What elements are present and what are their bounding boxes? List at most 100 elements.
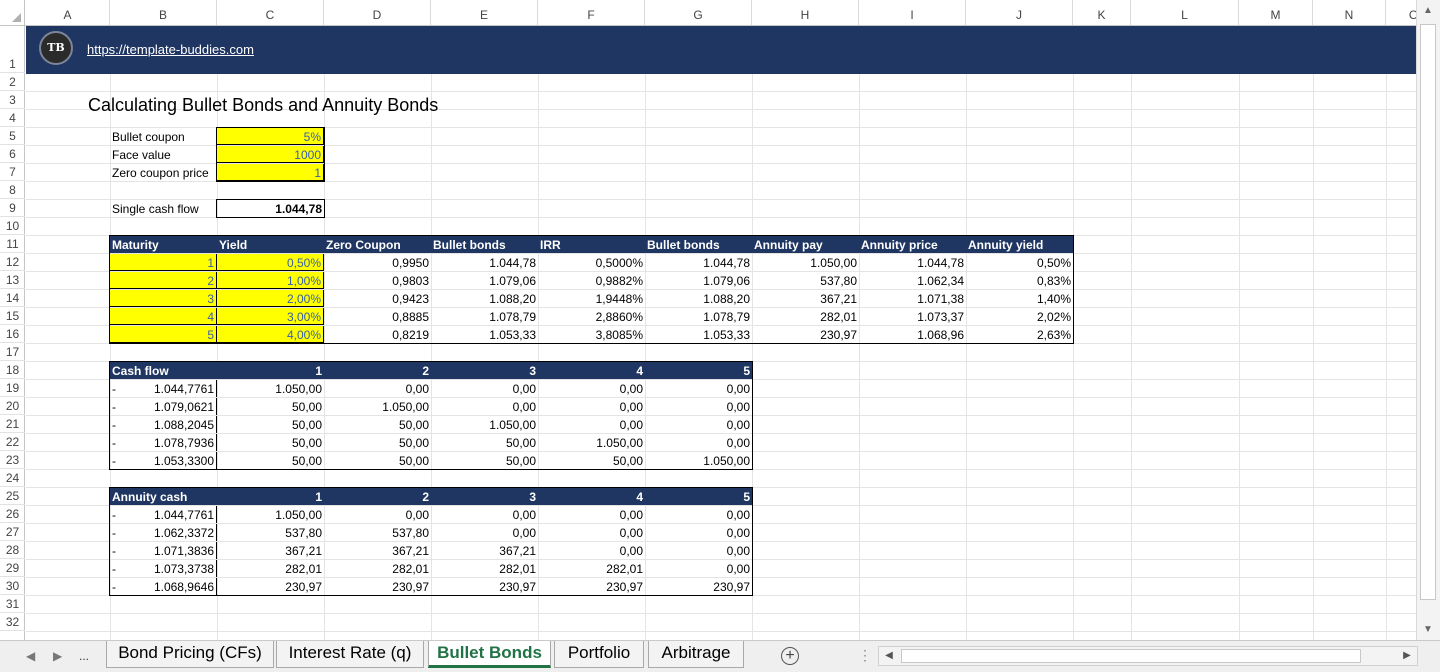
row-header[interactable]: 2: [0, 73, 25, 91]
main-table-header[interactable]: Annuity yield: [966, 236, 1073, 253]
cash-flow-table-cell[interactable]: 0,00: [324, 380, 431, 397]
column-header[interactable]: H: [752, 0, 859, 25]
scroll-down-icon[interactable]: ▼: [1420, 622, 1436, 638]
column-header[interactable]: F: [538, 0, 645, 25]
main-table-cell[interactable]: 1.068,96: [859, 326, 966, 343]
column-header[interactable]: L: [1131, 0, 1239, 25]
annuity-table-cell[interactable]: 230,97: [645, 578, 752, 595]
annuity-table-cell[interactable]: 367,21: [217, 542, 324, 559]
cash-flow-table-cell[interactable]: 50,00: [324, 416, 431, 433]
tab-split-handle-icon[interactable]: ⋮: [858, 647, 872, 664]
main-table-cell[interactable]: 0,83%: [966, 272, 1073, 289]
annuity-table-cell[interactable]: 0,00: [431, 524, 538, 541]
row-header[interactable]: 11: [0, 235, 25, 253]
row-header[interactable]: 31: [0, 595, 25, 613]
cash-flow-table-header[interactable]: 4: [538, 362, 645, 379]
row-header[interactable]: 9: [0, 199, 25, 217]
main-table-header[interactable]: Bullet bonds: [645, 236, 752, 253]
column-header[interactable]: I: [859, 0, 966, 25]
row-header[interactable]: 20: [0, 397, 25, 415]
input-value[interactable]: 5%: [217, 128, 324, 145]
annuity-table-cell[interactable]: 0,00: [645, 524, 752, 541]
row-header[interactable]: 17: [0, 343, 25, 361]
cash-flow-table-label[interactable]: 1.053,3300: [110, 452, 217, 469]
annuity-table-cell[interactable]: 230,97: [431, 578, 538, 595]
cash-flow-table-cell[interactable]: 0,00: [431, 398, 538, 415]
column-header[interactable]: N: [1313, 0, 1386, 25]
main-table-cell[interactable]: 1.078,79: [431, 308, 538, 325]
add-sheet-icon[interactable]: +: [781, 647, 799, 665]
annuity-table-label[interactable]: 1.044,7761: [110, 506, 217, 523]
cash-flow-table-cell[interactable]: 0,00: [645, 398, 752, 415]
main-table-cell[interactable]: 537,80: [752, 272, 859, 289]
main-table-header[interactable]: Zero Coupon: [324, 236, 431, 253]
main-table-cell[interactable]: 0,9803: [324, 272, 431, 289]
cash-flow-table-label[interactable]: 1.079,0621: [110, 398, 217, 415]
column-header[interactable]: G: [645, 0, 752, 25]
row-header[interactable]: 25: [0, 487, 25, 505]
main-table-header[interactable]: Maturity: [110, 236, 217, 253]
cash-flow-table-cell[interactable]: 1.050,00: [431, 416, 538, 433]
cash-flow-table-label[interactable]: 1.078,7936: [110, 434, 217, 451]
column-header[interactable]: K: [1073, 0, 1131, 25]
row-header[interactable]: 3: [0, 91, 25, 109]
main-table-cell[interactable]: 1.050,00: [752, 254, 859, 271]
annuity-table-cell[interactable]: 537,80: [324, 524, 431, 541]
sheet-tab[interactable]: Arbitrage: [648, 641, 744, 668]
main-table-cell[interactable]: 1.088,20: [431, 290, 538, 307]
main-table-cell[interactable]: 5: [110, 326, 217, 343]
cash-flow-table-cell[interactable]: 50,00: [217, 416, 324, 433]
cash-flow-table-header[interactable]: 1: [217, 362, 324, 379]
row-header[interactable]: 15: [0, 307, 25, 325]
cash-flow-table-label[interactable]: 1.044,7761: [110, 380, 217, 397]
input-label[interactable]: Bullet coupon: [110, 128, 217, 145]
row-header[interactable]: 16: [0, 325, 25, 343]
annuity-table-cell[interactable]: 0,00: [538, 506, 645, 523]
main-table-cell[interactable]: 0,50%: [217, 254, 324, 271]
input-value[interactable]: 1000: [217, 146, 324, 163]
column-header[interactable]: D: [324, 0, 431, 25]
main-table-cell[interactable]: 0,8219: [324, 326, 431, 343]
main-table-cell[interactable]: 1.079,06: [645, 272, 752, 289]
main-table-cell[interactable]: 2,63%: [966, 326, 1073, 343]
annuity-table-cell[interactable]: 0,00: [538, 542, 645, 559]
cash-flow-table-header[interactable]: Cash flow: [110, 362, 217, 379]
main-table-cell[interactable]: 1,00%: [217, 272, 324, 289]
sheet-tab[interactable]: Interest Rate (q): [276, 641, 424, 668]
main-table-cell[interactable]: 1,9448%: [538, 290, 645, 307]
annuity-table-cell[interactable]: 230,97: [217, 578, 324, 595]
annuity-table-header[interactable]: 5: [645, 488, 752, 505]
row-header[interactable]: 12: [0, 253, 25, 271]
main-table-cell[interactable]: 1.053,33: [431, 326, 538, 343]
cash-flow-table-cell[interactable]: 0,00: [538, 380, 645, 397]
scroll-left-icon[interactable]: ◀: [882, 649, 896, 663]
annuity-table-cell[interactable]: 0,00: [431, 506, 538, 523]
row-header[interactable]: 19: [0, 379, 25, 397]
row-header[interactable]: 28: [0, 541, 25, 559]
row-header[interactable]: 21: [0, 415, 25, 433]
annuity-table-label[interactable]: 1.062,3372: [110, 524, 217, 541]
input-value[interactable]: 1: [217, 164, 324, 181]
row-header[interactable]: 6: [0, 145, 25, 163]
row-header[interactable]: 23: [0, 451, 25, 469]
row-header[interactable]: 22: [0, 433, 25, 451]
cash-flow-table-cell[interactable]: 1.050,00: [324, 398, 431, 415]
annuity-table-cell[interactable]: 282,01: [431, 560, 538, 577]
main-table-cell[interactable]: 1.078,79: [645, 308, 752, 325]
worksheet-grid[interactable]: TB https://template-buddies.com Calculat…: [26, 26, 1416, 640]
row-header[interactable]: 30: [0, 577, 25, 595]
cash-flow-table-header[interactable]: 2: [324, 362, 431, 379]
scroll-up-icon[interactable]: ▲: [1420, 3, 1436, 19]
annuity-table-header[interactable]: Annuity cash: [110, 488, 217, 505]
main-table-cell[interactable]: 1.044,78: [859, 254, 966, 271]
main-table-cell[interactable]: 1: [110, 254, 217, 271]
cash-flow-table-cell[interactable]: 50,00: [217, 434, 324, 451]
main-table-cell[interactable]: 0,8885: [324, 308, 431, 325]
cash-flow-table-cell[interactable]: 50,00: [217, 452, 324, 469]
cash-flow-table-cell[interactable]: 0,00: [645, 416, 752, 433]
sheet-tab[interactable]: Bond Pricing (CFs): [106, 641, 274, 668]
row-header[interactable]: 10: [0, 217, 25, 235]
main-table-cell[interactable]: 4: [110, 308, 217, 325]
main-table-cell[interactable]: 2: [110, 272, 217, 289]
main-table-cell[interactable]: 230,97: [752, 326, 859, 343]
